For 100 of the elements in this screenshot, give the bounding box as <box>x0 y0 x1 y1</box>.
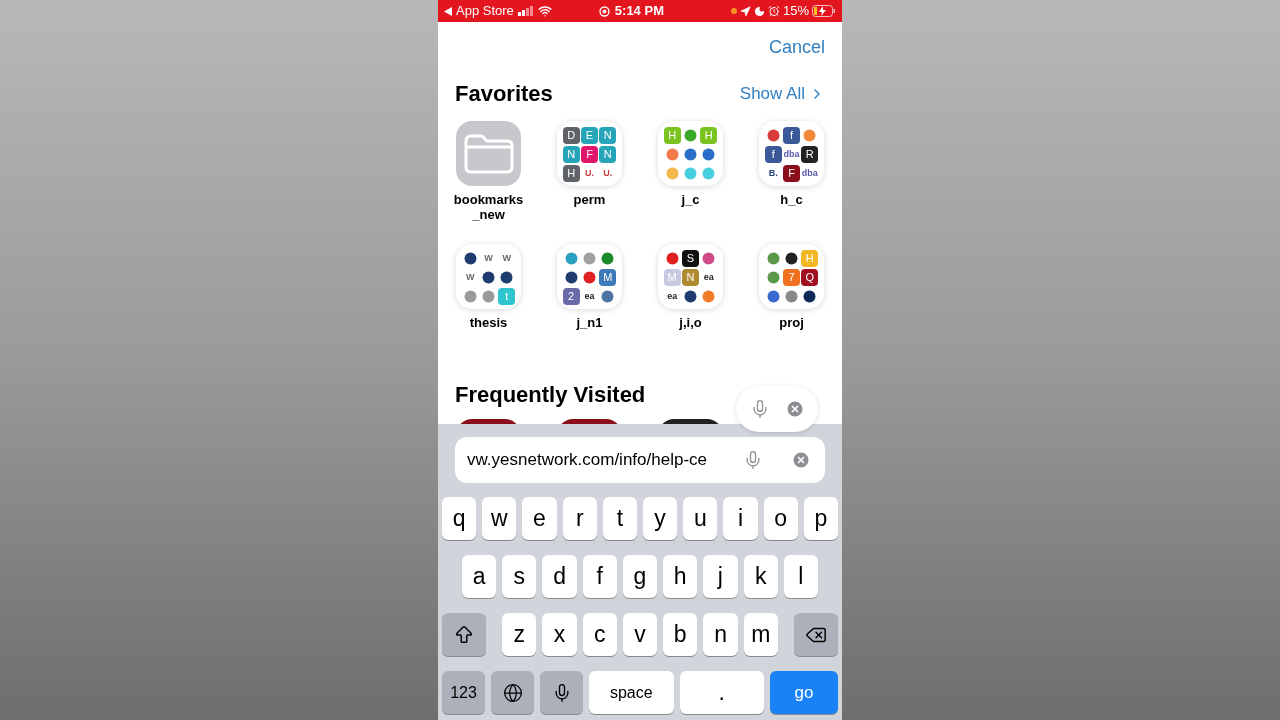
delete-key[interactable] <box>793 613 838 656</box>
mini-site-icon: dba <box>783 146 800 163</box>
globe-icon <box>502 682 523 703</box>
folder-tile[interactable] <box>456 121 521 186</box>
wifi-icon <box>537 4 552 18</box>
mini-site-icon: N <box>682 269 699 286</box>
key[interactable]: h <box>663 555 698 598</box>
address-field[interactable]: vw.yesnetwork.com/info/help-ce <box>455 437 825 483</box>
clear-icon[interactable] <box>784 399 805 419</box>
recording-icon <box>598 5 610 17</box>
key[interactable]: k <box>743 555 778 598</box>
key[interactable]: p <box>803 497 839 540</box>
key[interactable]: l <box>783 555 818 598</box>
bookmark-folder-tile[interactable]: M 2 ea <box>557 244 622 309</box>
folder-label: j_n1 <box>575 315 604 330</box>
url-text: vw.yesnetwork.com/info/help-ce <box>467 449 708 472</box>
mini-site-icon: H <box>801 250 819 267</box>
key[interactable]: s <box>502 555 537 598</box>
key[interactable]: e <box>522 497 557 540</box>
key[interactable]: o <box>763 497 798 540</box>
mini-site-icon: N <box>562 146 580 163</box>
mini-site-icon: ea <box>663 288 681 305</box>
numbers-key[interactable]: 123 <box>442 671 485 714</box>
mini-site-icon: H <box>700 127 718 144</box>
mini-site-icon <box>461 288 479 305</box>
key[interactable]: v <box>622 613 658 656</box>
key[interactable]: a <box>462 555 497 598</box>
back-app-label[interactable]: App Store <box>456 1 514 21</box>
key[interactable]: d <box>542 555 577 598</box>
key[interactable]: y <box>643 497 678 540</box>
key[interactable]: w <box>482 497 517 540</box>
mini-site-icon <box>581 269 598 286</box>
cancel-button[interactable]: Cancel <box>768 34 825 61</box>
mini-site-icon: W <box>498 250 516 267</box>
mini-site-icon: U. <box>581 165 598 182</box>
key[interactable]: . <box>679 671 764 714</box>
mini-site-icon: F <box>783 165 800 182</box>
key[interactable]: i <box>723 497 758 540</box>
mini-site-icon <box>783 250 800 267</box>
back-arrow-icon <box>444 6 452 16</box>
mini-site-icon <box>764 250 782 267</box>
shift-key[interactable] <box>442 613 486 656</box>
bookmark-folder-tile[interactable]: D E N N F N H U. U. <box>557 121 622 186</box>
folder-label: bookmarks_new <box>453 192 524 222</box>
mini-site-icon: 2 <box>562 288 580 305</box>
bookmark-folder-tile[interactable]: W W W t <box>456 244 521 309</box>
mini-site-icon <box>682 127 699 144</box>
section-heading: Favorites <box>455 80 553 108</box>
mini-site-icon <box>562 269 580 286</box>
mini-site-icon <box>764 127 782 144</box>
mini-site-icon: 7 <box>783 269 800 286</box>
key[interactable]: b <box>663 613 698 656</box>
clear-icon[interactable] <box>791 450 811 470</box>
mini-site-icon: W <box>461 269 479 286</box>
key[interactable]: f <box>582 555 617 598</box>
space-key[interactable]: space <box>589 671 674 714</box>
mini-site-icon: E <box>581 127 598 144</box>
key[interactable]: q <box>442 497 477 540</box>
mini-site-icon <box>663 146 681 163</box>
mini-site-icon: H <box>562 165 580 182</box>
key[interactable]: n <box>703 613 738 656</box>
key[interactable]: m <box>743 613 778 656</box>
folder-label: perm <box>572 192 607 207</box>
mini-site-icon: f <box>783 127 800 144</box>
location-icon <box>739 5 751 17</box>
mini-site-icon <box>480 288 497 305</box>
mini-site-icon <box>663 165 681 182</box>
mini-site-icon: S <box>682 250 699 267</box>
moon-icon <box>753 5 765 17</box>
folder-label: thesis <box>468 315 509 330</box>
mini-site-icon: D <box>562 127 580 144</box>
shift-icon <box>453 623 475 646</box>
folder-label: j_c <box>680 192 701 207</box>
battery-percent: 15% <box>782 2 809 21</box>
dictation-key[interactable] <box>540 671 583 714</box>
key[interactable]: z <box>502 613 537 656</box>
signal-icon <box>517 6 534 16</box>
key[interactable]: t <box>602 497 637 540</box>
key[interactable]: x <box>542 613 577 656</box>
globe-key[interactable] <box>491 671 534 714</box>
mini-site-icon: W <box>480 250 497 267</box>
mini-site-icon <box>783 288 800 305</box>
key[interactable]: g <box>622 555 658 598</box>
mini-site-icon: H <box>663 127 681 144</box>
mini-site-icon: dba <box>801 165 819 182</box>
alarm-icon <box>767 5 780 17</box>
show-all-link[interactable]: Show All <box>739 80 825 107</box>
folder-label: proj <box>778 315 805 330</box>
go-key[interactable]: go <box>770 671 838 714</box>
key[interactable]: j <box>703 555 738 598</box>
key[interactable]: r <box>562 497 597 540</box>
mini-site-icon: R <box>801 146 819 163</box>
bookmark-folder-tile[interactable]: H 7 Q <box>759 244 824 309</box>
mini-site-icon <box>682 146 699 163</box>
bookmark-folder-tile[interactable]: f f dba R B. F dba <box>759 121 824 186</box>
mini-site-icon: ea <box>581 288 598 305</box>
key[interactable]: c <box>582 613 617 656</box>
privacy-dot-icon <box>730 8 737 14</box>
key[interactable]: u <box>683 497 718 540</box>
battery-icon <box>812 5 836 17</box>
